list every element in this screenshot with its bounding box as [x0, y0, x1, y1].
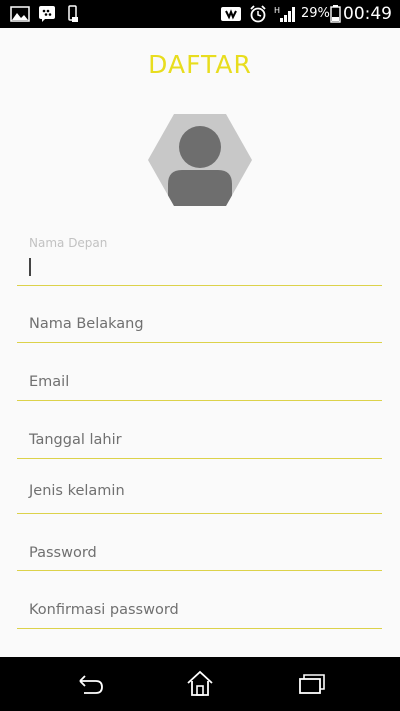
gender-underline	[17, 513, 382, 514]
recents-icon[interactable]	[291, 669, 331, 699]
password-field[interactable]: Password	[17, 533, 382, 571]
navigation-bar	[0, 657, 400, 711]
battery-icon	[330, 5, 341, 23]
confirm-password-field[interactable]: Konfirmasi password	[17, 591, 382, 629]
nfc-icon	[221, 7, 241, 21]
bbm-icon	[39, 6, 55, 22]
gender-field[interactable]: Jenis kelamin	[17, 472, 382, 514]
birth-date-placeholder: Tanggal lahir	[29, 432, 122, 448]
home-icon[interactable]	[180, 669, 220, 699]
confirm-password-placeholder: Konfirmasi password	[29, 602, 179, 618]
email-field[interactable]: Email	[17, 363, 382, 401]
last-name-underline	[17, 342, 382, 343]
avatar-picker[interactable]	[148, 114, 252, 206]
image-icon	[10, 6, 30, 22]
signal-h-icon: H	[274, 6, 295, 22]
email-placeholder: Email	[29, 374, 70, 390]
birth-date-field[interactable]: Tanggal lahir	[17, 421, 382, 459]
last-name-placeholder: Nama Belakang	[29, 316, 144, 332]
password-placeholder: Password	[29, 545, 97, 561]
battery-percent: 29%	[301, 6, 330, 21]
phone-outline-icon	[68, 5, 78, 22]
status-bar: H 29% 00:49	[0, 0, 400, 28]
first-name-underline	[17, 285, 382, 286]
password-underline	[17, 570, 382, 571]
back-icon[interactable]	[70, 669, 110, 699]
first-name-label: Nama Depan	[29, 236, 108, 250]
confirm-password-underline	[17, 628, 382, 629]
svg-text:H: H	[274, 6, 280, 15]
status-clock: 00:49	[343, 4, 392, 24]
birth-date-underline	[17, 458, 382, 459]
last-name-field[interactable]: Nama Belakang	[17, 305, 382, 343]
page-title: DAFTAR	[148, 50, 252, 79]
gender-placeholder: Jenis kelamin	[29, 483, 125, 499]
alarm-icon	[250, 5, 266, 23]
email-underline	[17, 400, 382, 401]
text-cursor	[29, 258, 31, 276]
first-name-field[interactable]: Nama Depan	[17, 236, 382, 286]
